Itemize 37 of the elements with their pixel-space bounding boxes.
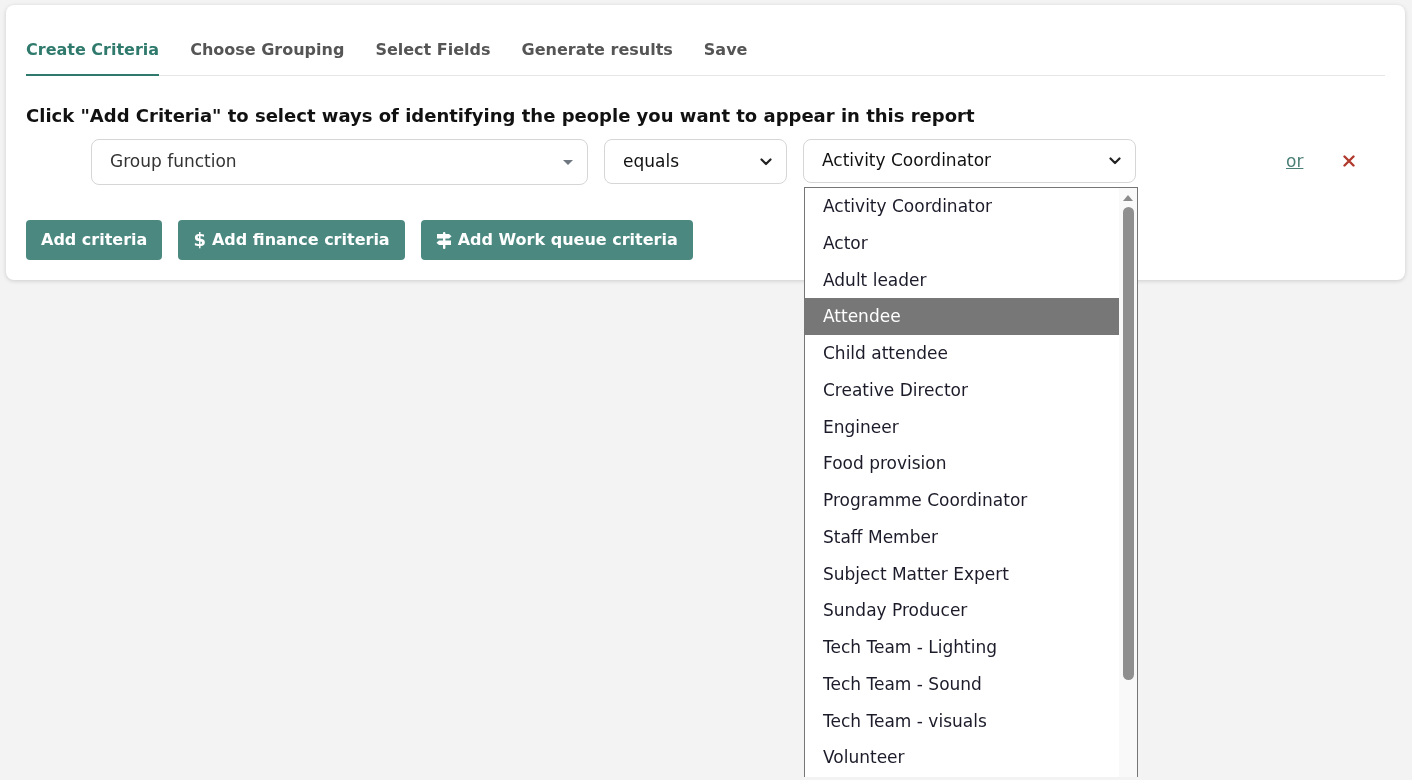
tab[interactable]: Choose Grouping	[190, 25, 345, 76]
tab[interactable]: Select Fields	[375, 25, 491, 76]
dropdown-option[interactable]: Creative Director	[805, 371, 1119, 409]
dropdown-option[interactable]: Tech Team - Sound	[805, 665, 1119, 703]
value-select[interactable]: Activity Coordinator	[803, 139, 1136, 183]
dropdown-option[interactable]: Engineer	[805, 408, 1119, 446]
instruction-heading: Click "Add Criteria" to select ways of identifying the people you want to appear in this report	[26, 104, 976, 128]
dropdown-option[interactable]: Activity Coordinator	[805, 188, 1119, 225]
dropdown-option[interactable]: Staff Member	[805, 518, 1119, 556]
chevron-down-icon	[1109, 157, 1121, 165]
add-criteria-button[interactable]: Add criteria	[26, 220, 163, 260]
tab[interactable]: Create Criteria	[26, 25, 160, 76]
dropdown-option[interactable]: Adult leader	[805, 261, 1119, 299]
dropdown-option[interactable]: Child attendee	[805, 335, 1119, 372]
add-criteria-button[interactable]: Add Work queue criteria	[420, 220, 693, 260]
field-select[interactable]: Group function	[91, 139, 588, 185]
dropdown-option[interactable]: Tech Team - visuals	[805, 702, 1119, 740]
scroll-up-arrow-icon[interactable]	[1123, 195, 1133, 201]
close-icon[interactable]	[1343, 155, 1356, 167]
dropdown-option[interactable]: Tech Team - Lighting	[805, 629, 1119, 666]
signpost-icon	[435, 231, 452, 249]
dropdown-option[interactable]: Programme Coordinator	[805, 482, 1119, 519]
or-link[interactable]: or	[1286, 139, 1304, 183]
dollar-icon: $	[193, 231, 206, 249]
dropdown-option[interactable]: Attendee	[805, 298, 1119, 335]
dropdown-option[interactable]: Actor	[805, 224, 1119, 262]
dropdown-option[interactable]: Subject Matter Expert	[805, 555, 1119, 593]
chevron-down-icon	[760, 157, 772, 166]
operator-select[interactable]: equals	[604, 139, 787, 184]
scrollbar-thumb[interactable]	[1122, 207, 1134, 680]
dropdown-option[interactable]: Volunteer	[805, 739, 1119, 776]
caret-icon	[563, 159, 573, 165]
tab[interactable]: Save	[703, 25, 748, 76]
dropdown-option[interactable]: Sunday Producer	[805, 592, 1119, 629]
add-criteria-button[interactable]: $ Add finance criteria	[178, 220, 405, 260]
tab[interactable]: Generate results	[521, 25, 673, 76]
dropdown-option[interactable]: Food provision	[805, 445, 1119, 482]
